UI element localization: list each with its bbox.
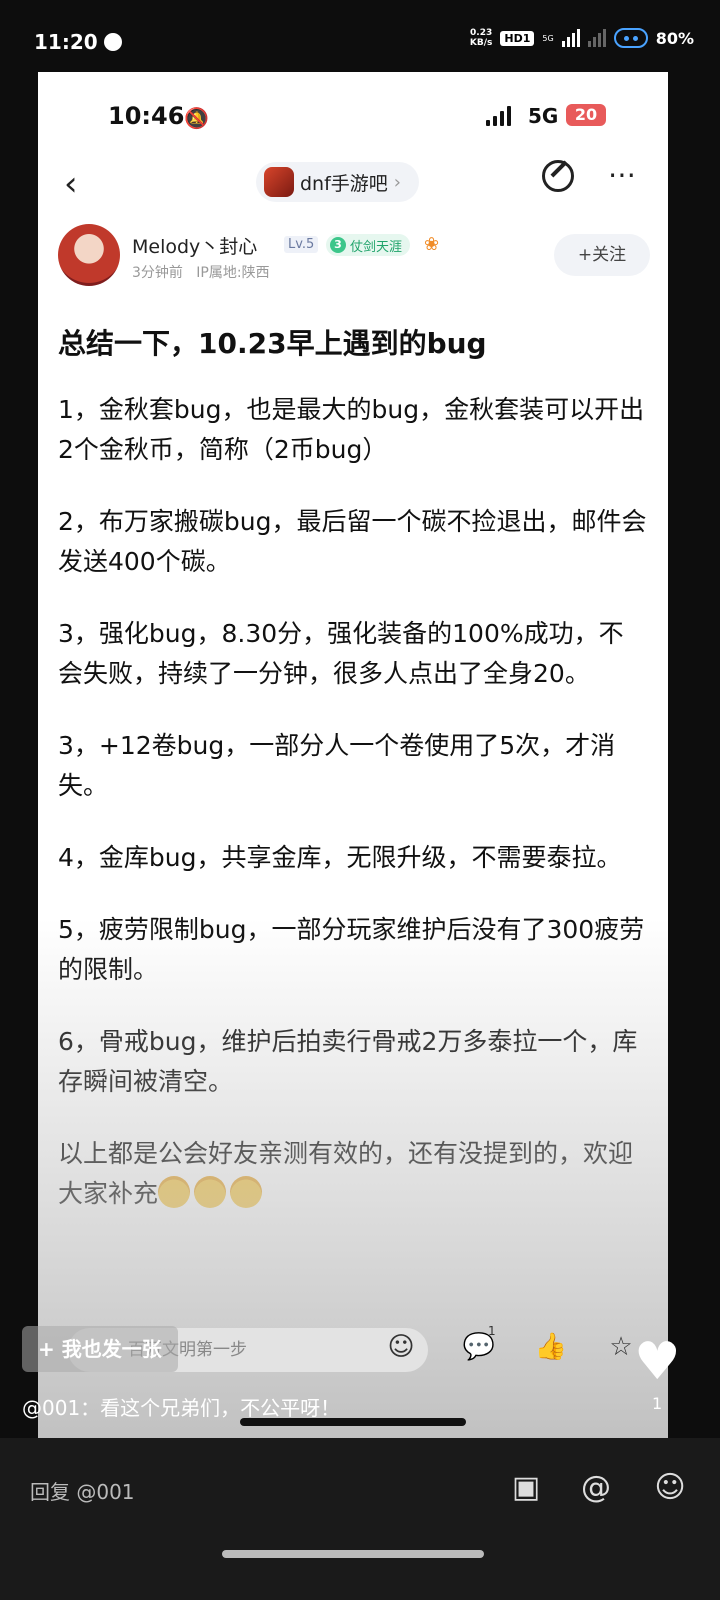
forum-logo-icon [264,167,294,197]
edit-icon[interactable] [542,160,574,192]
inner-battery-icon: 20 [566,104,606,126]
post-time: 3分钟前 [132,265,183,281]
signal-secondary-icon [587,29,606,47]
post-also-button[interactable]: + 我也发一张 [22,1326,178,1372]
battery-percent: 80% [655,28,694,48]
medal-icon: ❀ [424,234,440,255]
assistant-icon [613,28,648,48]
network-type-label: 5G [542,33,554,43]
post-paragraph-last: 以上都是公会好友亲测有效的，还有没提到的，欢迎大家补充 [58,1139,634,1208]
chevron-right-icon: › [393,171,401,193]
system-status-bar: 11:20 0.23 KB/s HD1 5G 80% [0,0,720,72]
post-paragraph: 4，金库bug，共享金库，无限升级，不需要泰拉。 [58,843,622,872]
post-paragraph: 3，强化bug，8.30分，强化装备的100%成功，不会失败，持续了一分钟，很多… [58,619,624,688]
status-icons: 0.23 KB/s HD1 5G 80% [470,28,694,48]
post-paragraph: 1，金秋套bug，也是最大的bug，金秋套装可以开出2个金秋币，简称（2币bug… [58,395,645,464]
inner-home-indicator [240,1418,466,1426]
inner-status-bar: 10:46 🔕 5G 20 [38,72,668,158]
bell-muted-icon: 🔕 [184,106,209,130]
like-count: 1 [652,1394,663,1413]
reply-input[interactable]: 回复 @001 [30,1476,135,1505]
level-badge: Lv.5 [284,236,319,253]
status-time: 11:20 [34,30,98,54]
star-icon[interactable]: ☆ [604,1330,638,1364]
signal-icon [561,29,580,47]
network-speed: 0.23 KB/s [469,28,493,48]
notification-app-icon [104,33,122,51]
chevron-left-icon[interactable]: ‹ [64,164,78,204]
title-badge-label: 仗剑天涯 [350,239,403,255]
author-name[interactable]: Melody丶封心 [132,232,257,259]
post-screenshot: 10:46 🔕 5G 20 ‹ dnf手游吧 › ⋯ Melody丶封心 Lv.… [38,72,668,1438]
post-paragraph: 2，布万家搬碳bug，最后留一个碳不捡退出，邮件会发送400个碳。 [58,507,647,576]
post-paragraph: 6，骨戒bug，维护后拍卖行骨戒2万多泰拉一个，库存瞬间被清空。 [58,1027,638,1096]
reply-bar: 回复 @001 ▣ @ ☺ [0,1438,720,1600]
inner-network-type: 5G [528,104,559,128]
post-paragraph: 5，疲劳限制bug，一部分玩家维护后没有了300疲劳的限制。 [58,915,645,984]
inner-signal-icon [486,106,511,126]
emoji-icon[interactable]: ☺ [650,1468,690,1508]
inner-status-time: 10:46 [108,102,185,130]
author-row: Melody丶封心 Lv.5 3 仗剑天涯 ❀ 3分钟前 IP属地:陕西 +关注 [38,222,668,292]
image-icon[interactable]: ▣ [506,1468,546,1508]
forum-link[interactable]: dnf手游吧 › [256,162,419,202]
at-icon[interactable]: @ [576,1468,616,1508]
grin-emoji-icon [230,1176,263,1208]
post-meta: 3分钟前 IP属地:陕西 [132,262,270,282]
avatar[interactable] [58,224,120,286]
overlay-comment: @001：看这个兄弟们，不公平呀！ [22,1396,341,1420]
thumbs-up-icon[interactable]: 👍 [534,1330,568,1364]
title-badge: 3 仗剑天涯 [326,234,411,256]
grin-emoji-icon [158,1176,191,1208]
post-body: 1，金秋套bug，也是最大的bug，金秋套装可以开出2个金秋币，简称（2币bug… [58,390,648,1246]
comment-count: 1 [488,1324,496,1338]
emoji-icon[interactable]: ☺ [384,1330,418,1364]
forum-name: dnf手游吧 [300,172,388,195]
title-badge-number: 3 [330,237,346,253]
hd-icon: HD1 [500,30,535,46]
grin-emoji-icon [194,1176,227,1208]
post-nav-bar: ‹ dnf手游吧 › ⋯ [38,158,668,214]
post-paragraph: 3，+12卷bug，一部分人一个卷使用了5次，才消失。 [58,731,616,800]
more-icon[interactable]: ⋯ [608,158,638,191]
heart-icon[interactable]: ♥ [634,1334,681,1390]
post-ip: IP属地:陕西 [196,265,270,281]
post-title: 总结一下，10.23早上遇到的bug [58,327,487,360]
home-indicator [222,1550,484,1558]
follow-button[interactable]: +关注 [554,234,650,276]
